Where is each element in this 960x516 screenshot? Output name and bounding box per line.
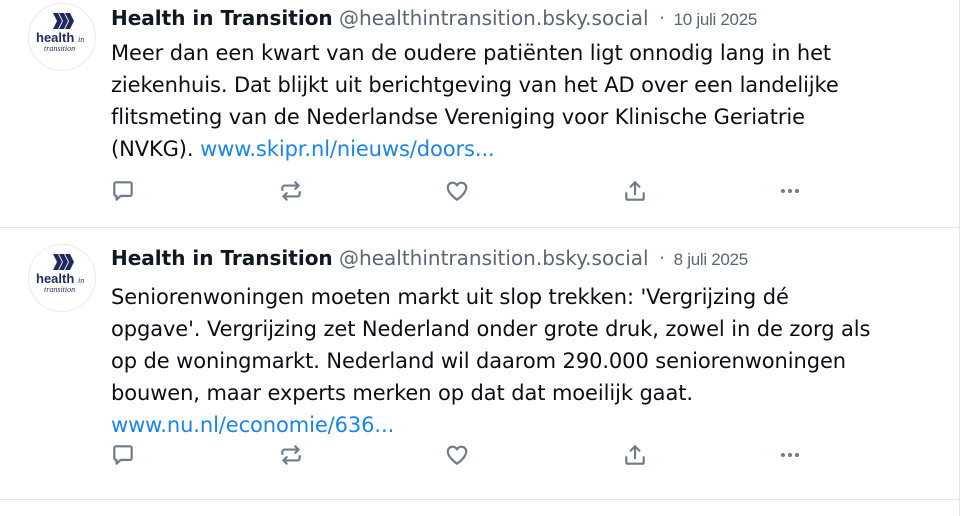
post-text-line: Meer dan een kwart van de oudere patiënt… xyxy=(111,41,832,65)
post-text-line: www.nu.nl/economie/636... xyxy=(111,409,939,441)
post-feed: health in transition Health in Transitio… xyxy=(0,0,960,516)
avatar[interactable]: health in transition xyxy=(28,3,96,71)
post[interactable]: health in transition Health in Transitio… xyxy=(0,0,959,228)
more-options-button[interactable] xyxy=(775,439,805,471)
reply-icon xyxy=(113,445,133,465)
more-icon xyxy=(781,189,799,193)
post[interactable]: health in transition Health in Transitio… xyxy=(0,228,959,500)
post-date[interactable]: 10 juli 2025 xyxy=(674,10,758,29)
logo-brand-text: health xyxy=(36,271,74,286)
logo-subtitle-text: transition xyxy=(44,44,75,53)
post-text-line: ziekenhuis. Dat blijkt uit berichtgeving… xyxy=(111,73,839,97)
logo-brand-text: health xyxy=(36,30,74,45)
post-date[interactable]: 8 juli 2025 xyxy=(674,250,749,269)
post-text-fragment: (NVKG). xyxy=(111,137,201,161)
post-text: Seniorenwoningen moeten markt uit slop t… xyxy=(111,281,939,441)
post-text-line: Seniorenwoningen moeten markt uit slop t… xyxy=(111,285,789,309)
like-button[interactable] xyxy=(442,175,472,207)
heart-icon xyxy=(446,181,468,201)
author-handle[interactable]: @healthintransition.bsky.social xyxy=(339,246,649,270)
author-name[interactable]: Health in Transition xyxy=(111,6,333,30)
post-link[interactable]: www.nu.nl/economie/636... xyxy=(111,413,394,437)
repost-button[interactable] xyxy=(276,439,306,471)
share-button[interactable] xyxy=(620,175,650,207)
logo-suffix-text: in xyxy=(78,276,84,285)
separator-dot: · xyxy=(658,6,666,30)
avatar[interactable]: health in transition xyxy=(28,244,96,312)
logo-subtitle-text: transition xyxy=(44,285,75,294)
author-name[interactable]: Health in Transition xyxy=(111,246,333,270)
repost-button[interactable] xyxy=(276,175,306,207)
health-in-transition-logo: health in transition xyxy=(36,254,84,294)
post-header: Health in Transition @healthintransition… xyxy=(111,5,757,33)
separator-dot: · xyxy=(658,246,666,270)
post-text: Meer dan een kwart van de oudere patiënt… xyxy=(111,37,939,165)
reply-button[interactable] xyxy=(108,175,138,207)
more-icon xyxy=(781,453,799,457)
post-actions xyxy=(108,439,808,471)
share-button[interactable] xyxy=(620,439,650,471)
reply-button[interactable] xyxy=(108,439,138,471)
more-options-button[interactable] xyxy=(775,175,805,207)
repost-icon xyxy=(281,445,301,465)
like-button[interactable] xyxy=(442,439,472,471)
author-handle[interactable]: @healthintransition.bsky.social xyxy=(339,6,649,30)
post-text-line: (NVKG). www.skipr.nl/nieuws/doors... xyxy=(111,133,939,165)
logo-suffix-text: in xyxy=(78,35,84,44)
heart-icon xyxy=(446,445,468,465)
post-link[interactable]: www.skipr.nl/nieuws/doors... xyxy=(200,137,495,161)
share-icon xyxy=(625,445,645,465)
post-text-line: bouwen, maar experts merken op dat dat m… xyxy=(111,381,693,405)
post-text-line: opgave'. Vergrijzing zet Nederland onder… xyxy=(111,317,871,341)
health-in-transition-logo: health in transition xyxy=(36,13,84,53)
reply-icon xyxy=(113,181,133,201)
post-header: Health in Transition @healthintransition… xyxy=(111,245,748,273)
repost-icon xyxy=(281,181,301,201)
share-icon xyxy=(625,181,645,201)
post-text-line: op de woningmarkt. Nederland wil daarom … xyxy=(111,349,846,373)
post-actions xyxy=(108,175,808,207)
post-text-line: flitsmeting van de Nederlandse Verenigin… xyxy=(111,105,805,129)
